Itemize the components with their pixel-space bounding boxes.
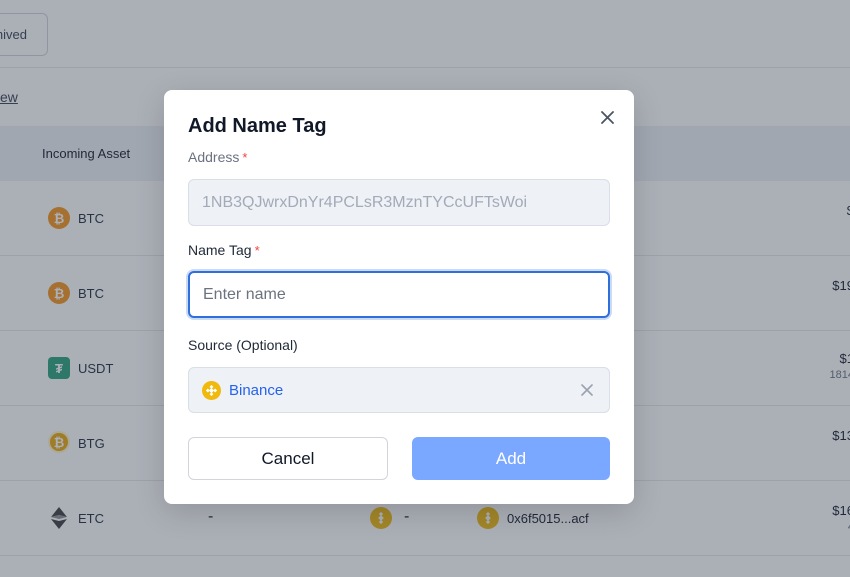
required-mark: * — [242, 150, 248, 165]
cancel-button[interactable]: Cancel — [188, 437, 388, 480]
add-button[interactable]: Add — [412, 437, 610, 480]
name-tag-field-wrapper — [188, 271, 610, 318]
address-field: 1NB3QJwrxDnYr4PCLsR3MznTYCcUFTsWoi — [188, 179, 610, 226]
name-tag-label: Name Tag * — [188, 242, 260, 258]
dialog-title: Add Name Tag — [188, 115, 327, 137]
clear-icon — [581, 384, 593, 396]
add-name-tag-dialog: Add Name Tag Address * 1NB3QJwrxDnYr4PCLs… — [164, 90, 634, 504]
close-icon — [600, 110, 614, 124]
name-tag-input[interactable] — [203, 285, 593, 304]
address-field-value: 1NB3QJwrxDnYr4PCLsR3MznTYCcUFTsWoi — [202, 193, 528, 211]
source-select[interactable]: Binance — [188, 367, 610, 413]
source-label: Source (Optional) — [188, 337, 298, 353]
address-label: Address * — [188, 149, 248, 165]
binance-icon — [202, 381, 221, 400]
source-select-value: Binance — [229, 382, 284, 399]
close-button[interactable] — [598, 108, 616, 126]
clear-source-button[interactable] — [579, 382, 595, 398]
required-mark: * — [254, 243, 260, 258]
